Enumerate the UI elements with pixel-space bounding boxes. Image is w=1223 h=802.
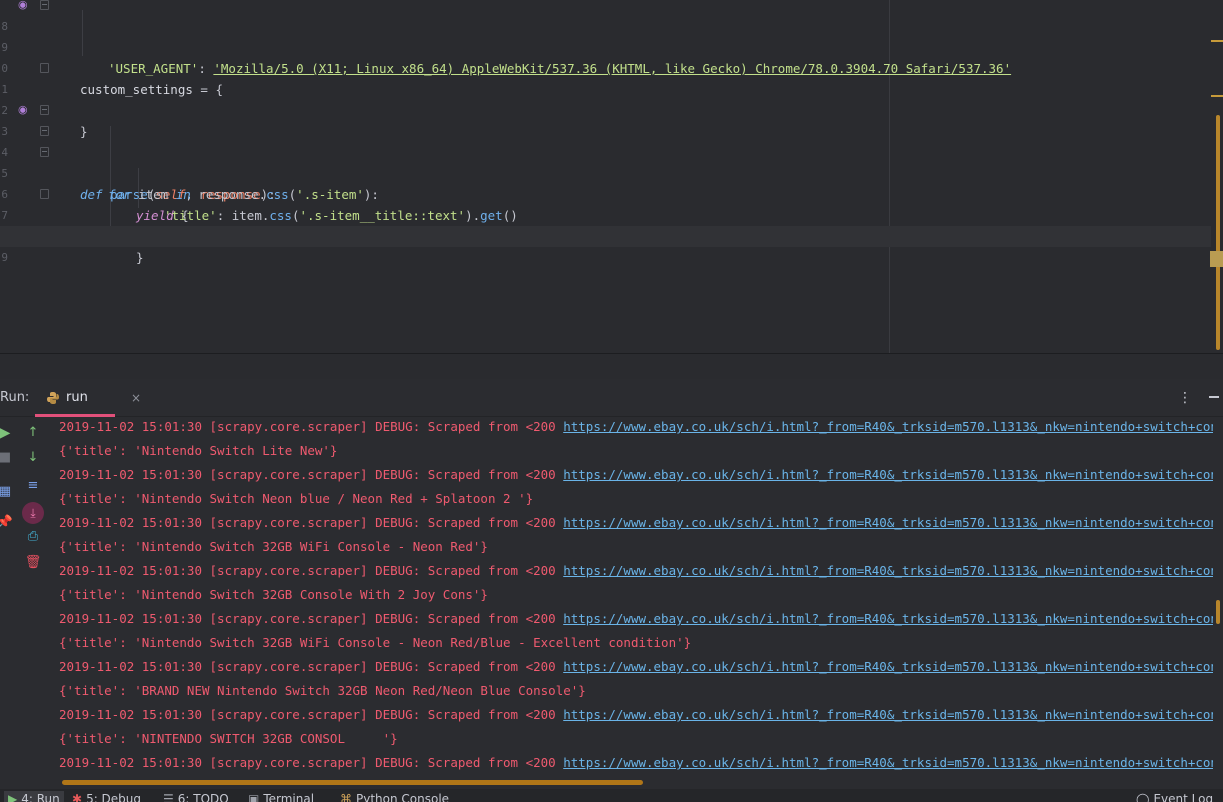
print-icon[interactable]: ⎙ [24,528,42,546]
fold-toggle[interactable] [40,0,49,10]
tab-run[interactable]: run × [35,379,141,417]
code-line: 2 [0,79,1223,117]
tool-run[interactable]: ▶ 4: Run [4,791,64,802]
fold-toggle[interactable] [40,147,49,157]
code-line: 4 for item in response.css('.s-item'): [0,121,1223,202]
fold-toggle[interactable] [40,126,49,136]
console-vertical-scrollbar[interactable] [1213,417,1223,787]
log-url-link[interactable]: https://www.ebay.co.uk/sch/i.html?_from=… [563,515,1213,530]
tool-window-bar: ▶ 4: Run ✱ 5: Debug ☰ 6: TODO ▣ Terminal ⌘ Py… [0,789,1223,802]
event-log-icon: ◯ [1136,792,1150,802]
code-line: 0 [0,37,1223,75]
tool-todo[interactable]: ☰ 6: TODO [163,791,229,802]
override-icon[interactable]: ◉ [18,0,32,12]
minimize-icon[interactable] [1209,396,1219,398]
bug-icon: ✱ [72,792,83,802]
log-url-link[interactable]: https://www.ebay.co.uk/sch/i.html?_from=… [563,707,1213,722]
trash-icon[interactable]: 🗑 [24,554,42,572]
log-url-link[interactable]: https://www.ebay.co.uk/sch/i.html?_from=… [563,467,1213,482]
fold-toggle[interactable] [40,63,49,73]
rerun-icon[interactable]: ▶ [0,424,14,442]
scroll-marker [1210,251,1223,267]
run-icon: ▶ [8,792,18,802]
arrow-up-icon[interactable]: ↑ [24,424,42,442]
code-line: 5 yield { [0,142,1223,223]
editor-scroll-thumb[interactable] [1216,115,1220,350]
editor-scrollbar[interactable] [1210,0,1223,353]
soft-wrap-icon[interactable]: ≡ [24,477,42,495]
todo-icon: ☰ [163,792,174,802]
run-label: Run: [0,390,30,405]
code-editor[interactable]: 8 ◉ custom_settings = { 9 'USER_AGENT': … [0,0,1223,353]
scroll-marker [1211,40,1223,42]
line-number: 9 [1,251,8,264]
code-line: 8 ◉ custom_settings = { [1,0,223,97]
scraped-item: {'title': 'NINTENDO SWITCH 32GB CONSOL '… [59,731,398,746]
run-tool-window-header: Run: run × ⋮ [0,379,1223,417]
run-toolbar: ▶ ↑ ■ ↓ ▦ ≡ 📌 ⤓ ⎙ 🗑 [0,417,50,787]
code-line-current: 9 [0,226,1223,264]
code-line: 9 'USER_AGENT': 'Mozilla/5.0 (X11; Linux… [0,16,1223,76]
log-line: 2019-11-02 15:01:30 [scrapy.core.scraper… [59,561,1213,585]
stop-icon[interactable]: ■ [0,449,14,467]
code-line: 1 } [0,58,1223,139]
log-line: 2019-11-02 15:01:30 [scrapy.core.scraper… [59,753,1213,777]
console-horizontal-scrollbar[interactable] [62,780,643,785]
layout-icon[interactable]: ▦ [0,483,14,501]
log-line: 2019-11-02 15:01:30 [scrapy.core.scraper… [59,417,1213,441]
python-icon [47,392,59,404]
pin-icon[interactable]: 📌 [0,514,14,532]
tool-terminal[interactable]: ▣ Terminal [248,791,314,802]
console-scroll-thumb[interactable] [1216,600,1220,624]
scraped-item: {'title': 'Nintendo Switch 32GB Console … [59,587,488,602]
tool-event-log[interactable]: ◯ Event Log [1136,791,1213,802]
scraped-item: {'title': 'BRAND NEW Nintendo Switch 32G… [59,683,586,698]
tool-debug[interactable]: ✱ 5: Debug [72,791,141,802]
code-line: 3 ◉ def parse(self, response): [1,103,276,202]
log-line: 2019-11-02 15:01:30 [scrapy.core.scraper… [59,465,1213,489]
console-output[interactable]: 2019-11-02 15:01:30 [scrapy.core.scraper… [50,417,1213,777]
tool-python-console[interactable]: ⌘ Python Console [340,791,449,802]
log-url-link[interactable]: https://www.ebay.co.uk/sch/i.html?_from=… [563,419,1213,434]
scraped-item: {'title': 'Nintendo Switch Neon blue / N… [59,491,534,506]
log-url-link[interactable]: https://www.ebay.co.uk/sch/i.html?_from=… [563,659,1213,674]
more-options-icon[interactable]: ⋮ [1178,379,1192,417]
code-line: 7 } [0,184,1223,265]
scraped-item: {'title': 'Nintendo Switch 32GB WiFi Con… [59,539,488,554]
arrow-down-icon[interactable]: ↓ [24,449,42,467]
python-console-icon: ⌘ [340,792,352,802]
log-line: 2019-11-02 15:01:30 [scrapy.core.scraper… [59,609,1213,633]
fold-toggle[interactable] [40,189,49,199]
log-url-link[interactable]: https://www.ebay.co.uk/sch/i.html?_from=… [563,611,1213,626]
scraped-item: {'title': 'Nintendo Switch 32GB WiFi Con… [59,635,692,650]
override-icon[interactable]: ◉ [18,103,32,117]
fold-toggle[interactable] [40,105,49,115]
scroll-to-end-icon[interactable]: ⤓ [22,502,44,524]
close-icon[interactable]: × [131,379,141,417]
log-url-link[interactable]: https://www.ebay.co.uk/sch/i.html?_from=… [563,755,1213,770]
tab-run-label: run [66,390,88,405]
code-line: 8 [0,205,1223,243]
scraped-item: {'title': 'Nintendo Switch Lite New'} [59,443,338,458]
log-line: 2019-11-02 15:01:30 [scrapy.core.scraper… [59,657,1213,681]
scroll-marker [1211,95,1223,97]
log-line: 2019-11-02 15:01:30 [scrapy.core.scraper… [59,513,1213,537]
code-line: 6 'title': item.css('.s-item__title::tex… [0,163,1223,223]
panel-divider[interactable] [0,353,1223,379]
terminal-icon: ▣ [248,792,260,802]
log-url-link[interactable]: https://www.ebay.co.uk/sch/i.html?_from=… [563,563,1213,578]
log-line: 2019-11-02 15:01:30 [scrapy.core.scraper… [59,705,1213,729]
